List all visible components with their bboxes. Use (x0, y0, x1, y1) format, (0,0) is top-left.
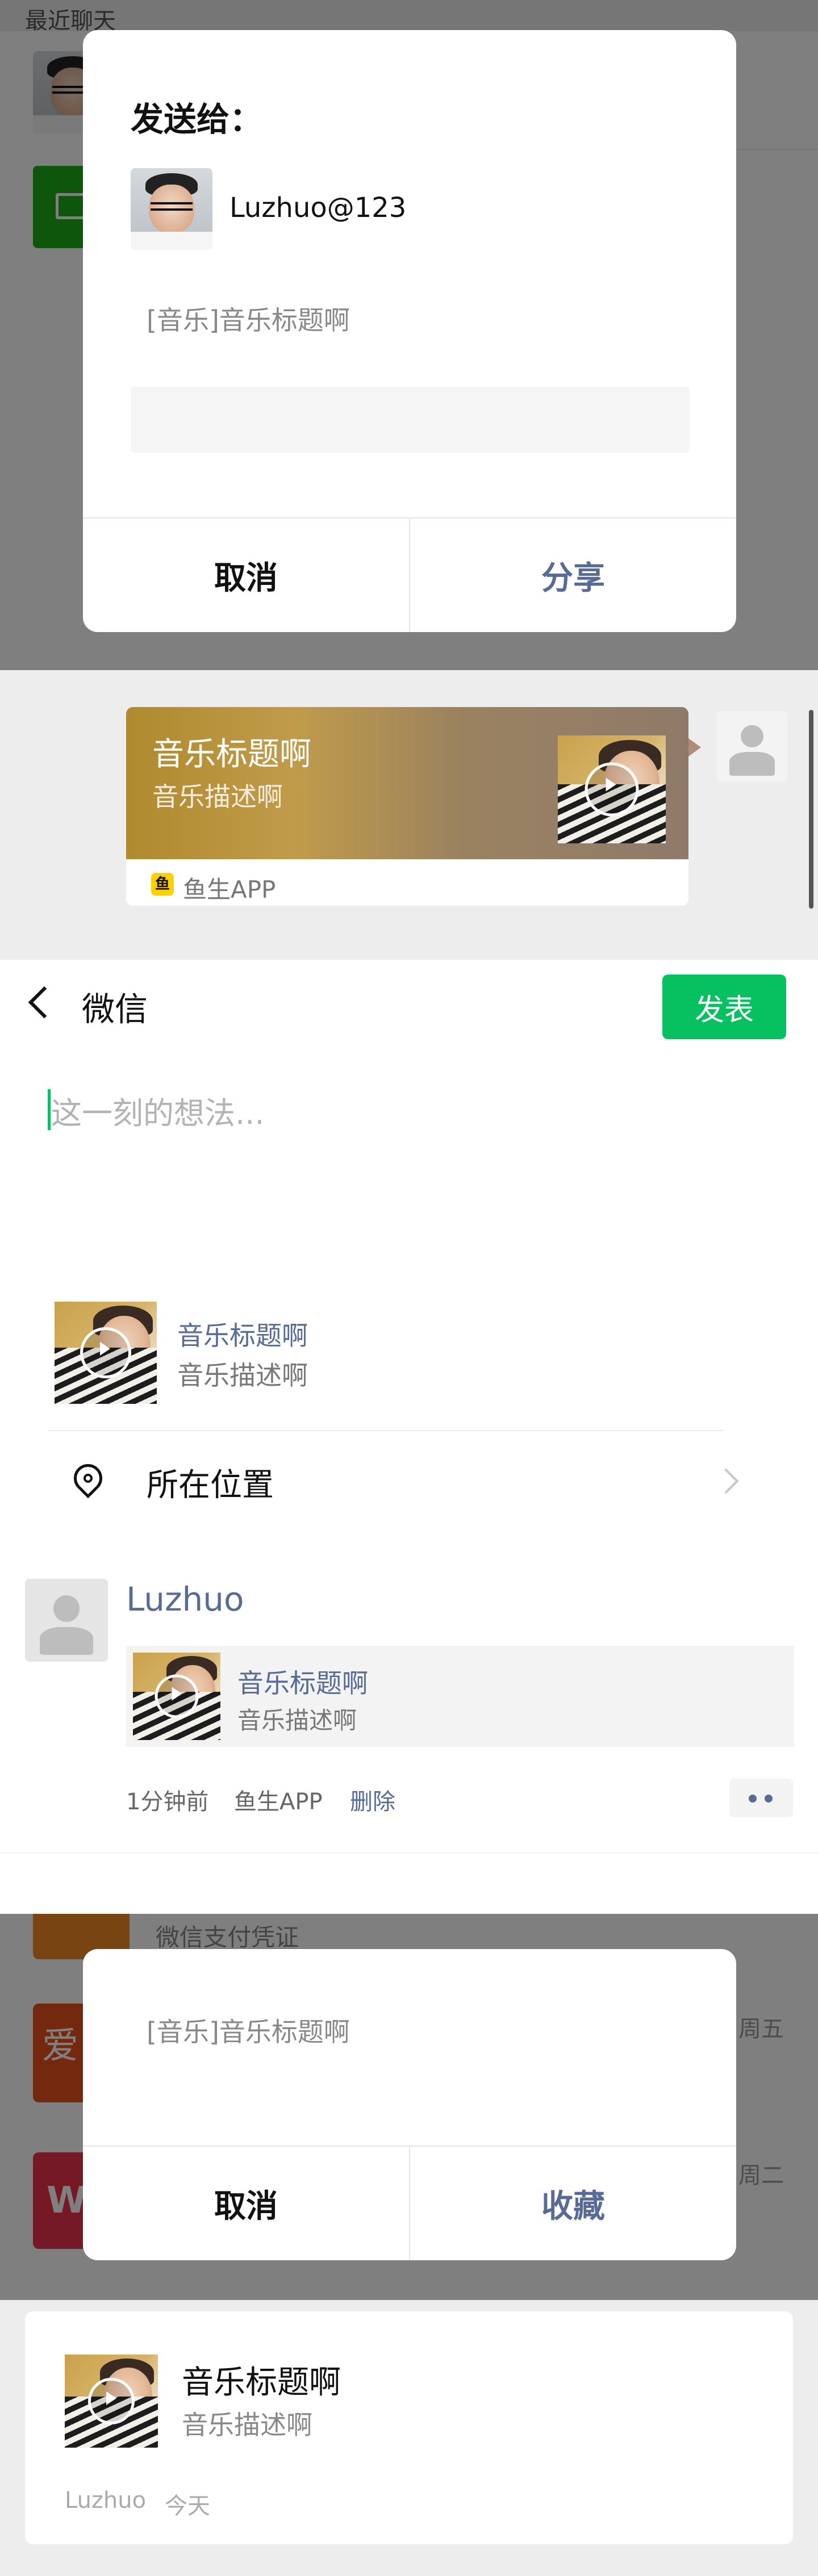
source-app-label: 鱼生APP (183, 876, 276, 904)
music-cover-thumbnail (558, 735, 666, 843)
favorite-author: Luzhuo (65, 2487, 147, 2514)
publish-button[interactable]: 发表 (662, 975, 786, 1039)
message-preview: [音乐]音乐标题啊 (147, 2017, 350, 2047)
recipient-avatar (131, 168, 212, 250)
dialog-button-row: 取消 分享 (83, 517, 736, 632)
play-icon (155, 1674, 199, 1718)
dialog-title: 发送给： (131, 100, 263, 139)
chevron-right-icon (713, 1468, 739, 1494)
location-row[interactable]: 所在位置 (0, 1431, 818, 1550)
nav-title: 微信 (82, 990, 148, 1028)
music-card-banner: 音乐标题啊 音乐描述啊 (126, 707, 688, 859)
favorites-list-screen: 音乐标题啊 音乐描述啊 Luzhuo 今天 (0, 2300, 818, 2576)
location-label: 所在位置 (147, 1467, 274, 1504)
favorite-description: 音乐描述啊 (182, 2410, 312, 2440)
music-card-title: 音乐标题啊 (152, 736, 311, 773)
send-to-screen: 最近聊天 发送给： Luzhuo@123 [音乐]音乐标题啊 取消 分享 (0, 0, 818, 670)
dialog-button-row: 取消 收藏 (83, 2146, 736, 2260)
music-card-description: 音乐描述啊 (152, 781, 283, 812)
favorite-title: 音乐标题啊 (182, 2364, 341, 2401)
play-icon (80, 1327, 131, 1378)
post-shared-item[interactable]: 音乐标题啊 音乐描述啊 (126, 1646, 794, 1747)
cancel-button[interactable]: 取消 (83, 2147, 409, 2260)
favorite-time: 今天 (165, 2493, 210, 2519)
play-icon (585, 762, 639, 817)
music-card[interactable]: 音乐标题啊 音乐描述啊 鱼 鱼生APP (126, 707, 688, 906)
recipient-name: Luzhuo@123 (229, 192, 407, 224)
publish-label: 发表 (694, 993, 754, 1027)
share-dialog: 发送给： Luzhuo@123 [音乐]音乐标题啊 取消 分享 (83, 30, 736, 632)
message-preview: [音乐]音乐标题啊 (147, 305, 350, 336)
post-item-title: 音乐标题啊 (237, 1668, 368, 1699)
shared-item-thumbnail (55, 1302, 157, 1404)
fish-app-icon: 鱼 (151, 873, 174, 896)
post-author-name[interactable]: Luzhuo (126, 1580, 244, 1619)
more-dots-icon[interactable] (729, 1779, 793, 1817)
cancel-button[interactable]: 取消 (83, 518, 409, 632)
favorite-dialog: [音乐]音乐标题啊 取消 收藏 (83, 1949, 736, 2260)
moments-screen: 微信 发表 这一刻的想法... 音乐标题啊 音乐描述啊 所在位置 Luzhuo … (0, 960, 818, 1914)
shared-item-title: 音乐标题啊 (177, 1320, 308, 1351)
compose-input[interactable]: 这一刻的想法... (51, 1088, 265, 1133)
bubble-tail (688, 738, 701, 756)
favorite-card[interactable]: 音乐标题啊 音乐描述啊 Luzhuo 今天 (25, 2311, 793, 2544)
post-time: 1分钟前 (126, 1789, 209, 1815)
scrollbar[interactable] (809, 710, 813, 909)
post-divider (0, 1852, 818, 1854)
delete-link[interactable]: 删除 (350, 1783, 395, 1816)
post-item-thumbnail (133, 1653, 220, 1740)
shared-item-description: 音乐描述啊 (177, 1360, 308, 1391)
leave-message-input[interactable] (131, 387, 690, 453)
post-item-description: 音乐描述啊 (237, 1707, 357, 1734)
play-icon (88, 2378, 135, 2424)
location-pin-icon (68, 1458, 108, 1499)
favorite-screen: 微信支付凭证 爱 周五 W 周二 [音乐]音乐标题啊 取消 收藏 (0, 1914, 818, 2300)
favorite-thumbnail (65, 2355, 158, 2448)
sender-avatar[interactable] (717, 711, 787, 781)
chat-message-screen: 音乐标题啊 音乐描述啊 鱼 鱼生APP (0, 670, 818, 960)
post-author-avatar[interactable] (25, 1579, 108, 1662)
chevron-left-icon[interactable] (28, 986, 61, 1019)
post-source[interactable]: 鱼生APP (234, 1783, 323, 1816)
share-button[interactable]: 分享 (409, 518, 736, 632)
favorite-button[interactable]: 收藏 (409, 2147, 736, 2260)
text-cursor (48, 1089, 51, 1130)
